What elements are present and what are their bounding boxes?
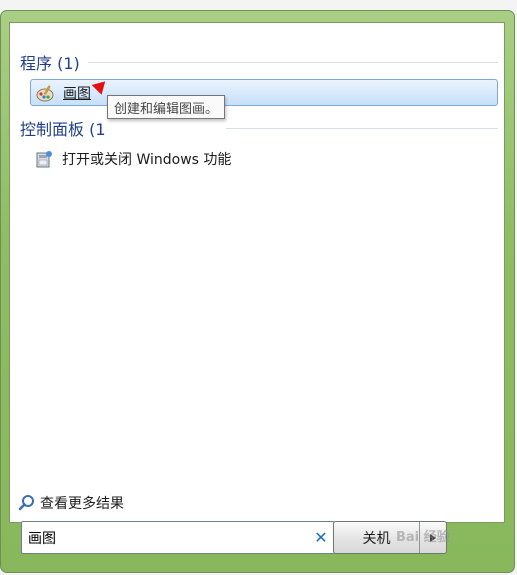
shutdown-label: 关机 xyxy=(362,530,391,547)
tooltip-text: 创建和编辑图画。 xyxy=(114,101,219,117)
shutdown-options-button[interactable] xyxy=(419,522,446,553)
programs-group-header[interactable]: 程序 (1) xyxy=(20,50,498,74)
programs-group-title: 程序 (1) xyxy=(20,54,80,73)
see-more-results-link[interactable]: 查看更多结果 xyxy=(18,493,124,513)
start-search-box[interactable]: ✕ xyxy=(21,521,335,554)
magnifier-icon xyxy=(18,495,34,511)
tooltip: 创建和编辑图画。 xyxy=(107,95,226,119)
shutdown-button[interactable]: 关机 xyxy=(334,522,419,553)
windows-features-icon xyxy=(36,150,52,167)
shutdown-button-group[interactable]: 关机 xyxy=(333,521,447,554)
group-divider xyxy=(87,61,498,63)
see-more-results-label: 查看更多结果 xyxy=(40,496,124,512)
clear-x-icon[interactable]: ✕ xyxy=(308,528,334,547)
paint-palette-icon xyxy=(36,85,54,101)
program-item-label: 画图 xyxy=(63,85,91,102)
control-item-label: 打开或关闭 Windows 功能 xyxy=(62,151,232,168)
control-panel-group-header[interactable]: 控制面板 (1 xyxy=(20,116,498,140)
start-menu-frame: 程序 (1) 画图 控制面板 (1 打开或关闭 Windows 功能 查看更多结… xyxy=(0,10,515,573)
control-item-windows-features[interactable]: 打开或关闭 Windows 功能 xyxy=(30,145,498,172)
group-divider xyxy=(225,127,498,129)
chevron-right-icon xyxy=(430,533,436,542)
search-results-panel: 程序 (1) 画图 控制面板 (1 打开或关闭 Windows 功能 查看更多结… xyxy=(9,22,505,523)
control-panel-group-title: 控制面板 (1 xyxy=(20,120,106,139)
search-input[interactable] xyxy=(22,529,308,546)
